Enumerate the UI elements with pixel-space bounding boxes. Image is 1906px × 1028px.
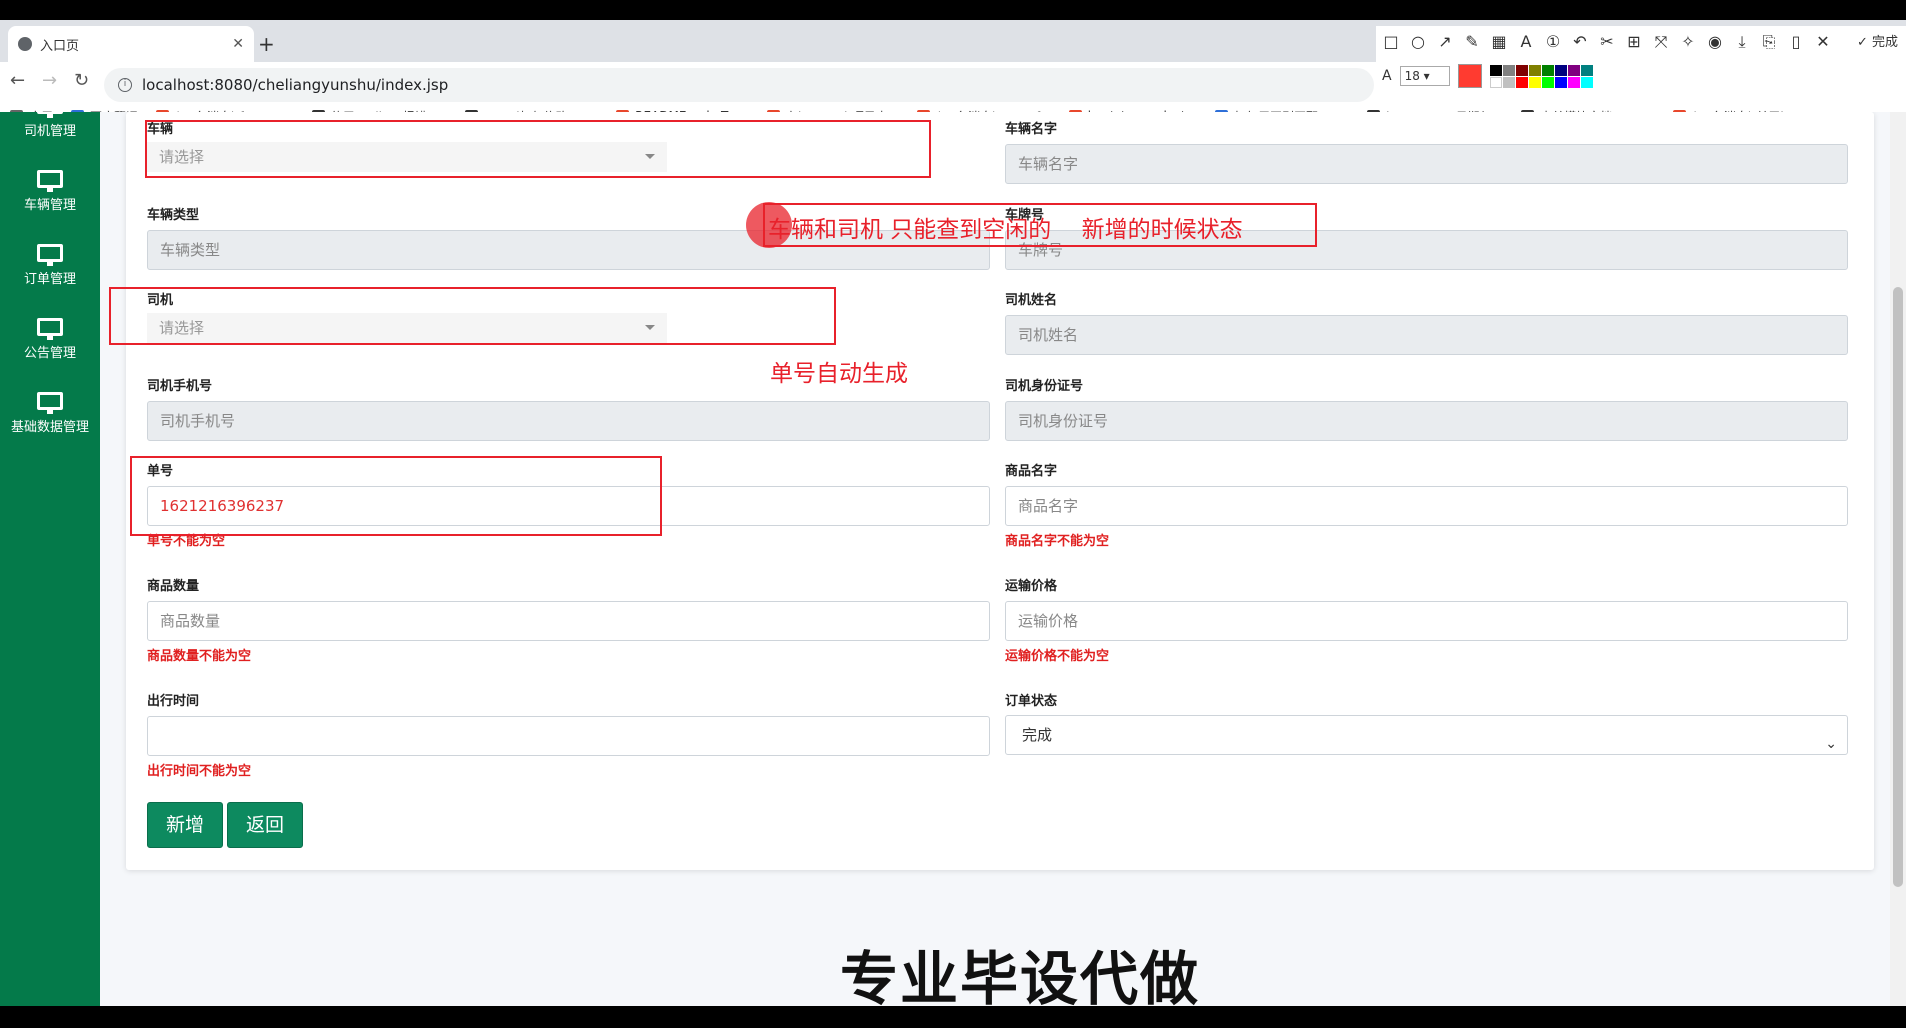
sidebar-item-label: 车辆管理 <box>23 198 76 213</box>
driver-name-field[interactable]: 司机姓名 <box>1005 315 1848 355</box>
reload-icon[interactable]: ↻ <box>74 70 89 91</box>
monitor-icon <box>37 170 63 192</box>
price-label: 运输价格 <box>1005 579 1058 594</box>
annotation-box-driver <box>109 287 836 345</box>
vehicle-name-field[interactable]: 车辆名字 <box>1005 144 1848 184</box>
monitor-icon <box>37 112 63 118</box>
sidebar-item-vehicles[interactable]: 车辆管理 <box>0 170 100 213</box>
scrollbar-thumb[interactable] <box>1893 287 1903 887</box>
page-scrollbar[interactable] <box>1890 112 1906 1006</box>
sidebar-item-label: 司机管理 <box>23 124 76 139</box>
goods-name-label: 商品名字 <box>1005 464 1058 479</box>
browser-tab[interactable]: 入口页 ✕ <box>8 26 254 62</box>
mosaic-tool-icon[interactable]: ▦ <box>1490 32 1508 52</box>
copy-icon[interactable]: ⎘ <box>1760 32 1778 52</box>
app-area: 司机管理 车辆管理 订单管理 公告管理 基础数据管理 车辆 请选择 车辆名字 车… <box>0 112 1906 1006</box>
arrow-tool-icon[interactable]: ↗ <box>1436 32 1454 52</box>
url-text: localhost:8080/cheliangyunshu/index.jsp <box>142 76 449 94</box>
tab-title: 入口页 <box>40 38 80 54</box>
annotation-toolbar: □ ○ ↗ ✎ ▦ A ① ↶ ✂ ⊞ ⤧ ✧ ◉ ⤓ ⎘ ▯ ✕ ✓ 完成 A… <box>1376 26 1906 92</box>
annotation-box-order-no <box>130 456 662 536</box>
depart-time-field[interactable] <box>147 716 990 756</box>
goods-qty-error: 商品数量不能为空 <box>147 649 252 664</box>
magic-icon[interactable]: ✧ <box>1679 32 1697 52</box>
driver-name-label: 司机姓名 <box>1005 293 1058 308</box>
download-icon[interactable]: ⤓ <box>1733 32 1751 52</box>
watermark-caption: 专业毕设代做 <box>840 945 1201 1006</box>
current-color-swatch[interactable] <box>1457 64 1482 88</box>
add-button[interactable]: 新增 <box>147 802 223 848</box>
price-field[interactable]: 运输价格 <box>1005 601 1848 641</box>
done-button[interactable]: ✓ 完成 <box>1857 31 1898 50</box>
back-button[interactable]: 返回 <box>227 802 303 848</box>
driver-phone-placeholder: 司机手机号 <box>160 412 236 430</box>
goods-name-field[interactable]: 商品名字 <box>1005 486 1848 526</box>
monitor-icon <box>37 392 63 414</box>
sidebar-item-label: 基础数据管理 <box>10 420 89 435</box>
goods-qty-placeholder: 商品数量 <box>160 612 221 630</box>
goods-name-placeholder: 商品名字 <box>1018 497 1079 515</box>
record-icon[interactable]: ◉ <box>1706 32 1724 52</box>
monitor-icon <box>37 318 63 340</box>
pen-tool-icon[interactable]: ✎ <box>1463 32 1481 52</box>
bookmark-icon[interactable]: ▯ <box>1787 32 1805 52</box>
driver-name-placeholder: 司机姓名 <box>1018 326 1079 344</box>
new-tab-icon[interactable]: + <box>258 32 275 56</box>
ocr-icon[interactable]: ⊞ <box>1625 32 1643 52</box>
depart-time-error: 出行时间不能为空 <box>147 764 252 779</box>
price-error: 运输价格不能为空 <box>1005 649 1110 664</box>
driver-id-label: 司机身份证号 <box>1005 379 1084 394</box>
vehicle-name-label: 车辆名字 <box>1005 122 1058 137</box>
address-bar[interactable]: i localhost:8080/cheliangyunshu/index.js… <box>104 68 1374 102</box>
close-icon[interactable]: ✕ <box>232 36 244 52</box>
globe-icon <box>18 37 32 51</box>
price-placeholder: 运输价格 <box>1018 612 1079 630</box>
driver-id-field[interactable]: 司机身份证号 <box>1005 401 1848 441</box>
pin-icon[interactable]: ✂ <box>1598 32 1616 52</box>
driver-phone-field[interactable]: 司机手机号 <box>147 401 990 441</box>
sidebar-item-label: 订单管理 <box>23 272 76 287</box>
forward-icon[interactable]: → <box>42 70 57 91</box>
annotation-box-vehicle <box>145 120 931 178</box>
color-palette[interactable] <box>1489 64 1593 88</box>
font-size-select[interactable]: 18 ▾ <box>1399 66 1450 86</box>
vehicle-type-label: 车辆类型 <box>147 208 200 223</box>
sidebar-item-basic-data[interactable]: 基础数据管理 <box>0 392 100 435</box>
order-status-label: 订单状态 <box>1005 694 1058 709</box>
back-icon[interactable]: ← <box>10 70 25 91</box>
sidebar-item-orders[interactable]: 订单管理 <box>0 244 100 287</box>
font-icon: A <box>1382 68 1392 84</box>
undo-icon[interactable]: ↶ <box>1571 32 1589 52</box>
text-tool-icon[interactable]: A <box>1517 32 1535 52</box>
driver-id-placeholder: 司机身份证号 <box>1018 412 1109 430</box>
rectangle-tool-icon[interactable]: □ <box>1382 32 1400 52</box>
depart-time-label: 出行时间 <box>147 694 200 709</box>
vehicle-type-placeholder: 车辆类型 <box>160 241 221 259</box>
chevron-down-icon: ⌄ <box>1825 736 1837 752</box>
sidebar-item-drivers[interactable]: 司机管理 <box>0 112 100 139</box>
number-tool-icon[interactable]: ① <box>1544 32 1562 52</box>
vehicle-name-placeholder: 车辆名字 <box>1018 155 1079 173</box>
translate-icon[interactable]: ⤧ <box>1652 32 1670 52</box>
screen: 入口页 ✕ + ← → ↻ i localhost:8080/cheliangy… <box>0 0 1906 1028</box>
close-icon[interactable]: ✕ <box>1814 32 1832 52</box>
goods-qty-label: 商品数量 <box>147 579 200 594</box>
ellipse-tool-icon[interactable]: ○ <box>1409 32 1427 52</box>
goods-name-error: 商品名字不能为空 <box>1005 534 1110 549</box>
order-status-select[interactable]: 完成 ⌄ <box>1005 715 1848 755</box>
order-status-value: 完成 <box>1022 726 1053 744</box>
annotation-note-availability: 车辆和司机 只能查到空闲的 新增的时候状态 <box>768 217 1243 243</box>
sidebar: 司机管理 车辆管理 订单管理 公告管理 基础数据管理 <box>0 112 100 1006</box>
sidebar-item-label: 公告管理 <box>23 346 76 361</box>
info-icon[interactable]: i <box>118 78 132 92</box>
goods-qty-field[interactable]: 商品数量 <box>147 601 990 641</box>
annotation-note-order-no: 单号自动生成 <box>770 361 908 387</box>
sidebar-item-announcements[interactable]: 公告管理 <box>0 318 100 361</box>
driver-phone-label: 司机手机号 <box>147 379 213 394</box>
monitor-icon <box>37 244 63 266</box>
